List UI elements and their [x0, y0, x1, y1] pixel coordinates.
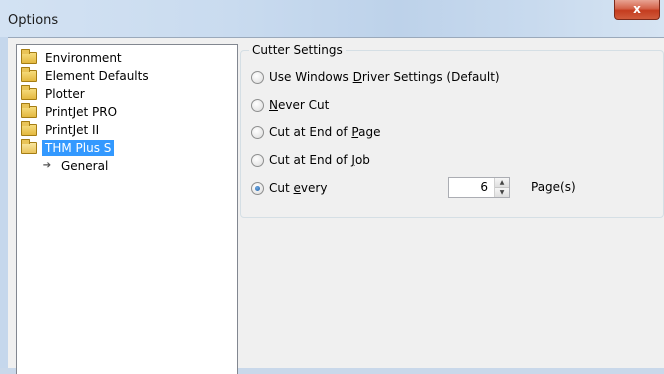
- dialog-client-area: Environment Element Defaults Plotter Pri…: [8, 37, 664, 374]
- radio-label: Cut at End of Page: [269, 125, 381, 139]
- tree-item-general[interactable]: ➔ General: [41, 157, 111, 175]
- radio-button[interactable]: [251, 153, 264, 167]
- cutter-settings-group: Cutter Settings Use Windows Driver Setti…: [240, 43, 664, 218]
- radio-never-cut[interactable]: Never Cut: [251, 96, 329, 114]
- tree-item-printjet-pro[interactable]: PrintJet PRO: [21, 103, 120, 121]
- tree-item-environment[interactable]: Environment: [21, 49, 125, 67]
- tree-item-thm-plus-s[interactable]: THM Plus S: [21, 139, 115, 157]
- close-icon: x: [633, 2, 641, 16]
- cut-every-spinner[interactable]: 6 ▲ ▼: [448, 177, 510, 198]
- folder-open-icon: [21, 139, 37, 154]
- options-window: Options x Environment Element Defaults P…: [0, 0, 664, 374]
- radio-cut-end-of-page[interactable]: Cut at End of Page: [251, 123, 380, 141]
- folder-icon: [21, 49, 37, 64]
- window-title: Options: [8, 13, 59, 28]
- folder-icon: [21, 103, 37, 118]
- spin-down-icon[interactable]: ▼: [495, 188, 509, 197]
- radio-cut-end-of-job[interactable]: Cut at End of Job: [251, 151, 370, 169]
- cut-every-value[interactable]: 6: [449, 178, 494, 197]
- radio-label: Use Windows Driver Settings (Default): [269, 70, 500, 84]
- tree-item-element-defaults[interactable]: Element Defaults: [21, 67, 152, 85]
- radio-button[interactable]: [251, 125, 264, 139]
- title-bar: Options x: [0, 0, 664, 37]
- spin-up-icon[interactable]: ▲: [495, 178, 509, 188]
- tree-item-label: Plotter: [45, 87, 85, 101]
- radio-label: Cut at End of Job: [269, 153, 370, 167]
- folder-icon: [21, 121, 37, 136]
- tree-item-label: PrintJet II: [45, 123, 100, 137]
- pages-unit-label: Page(s): [531, 180, 576, 194]
- radio-label: Cut every: [269, 181, 328, 195]
- radio-button[interactable]: [251, 98, 264, 112]
- tree-item-label: General: [61, 159, 109, 173]
- close-button[interactable]: x: [614, 0, 660, 20]
- tree-item-label: Environment: [45, 51, 122, 65]
- radio-windows-driver-settings[interactable]: Use Windows Driver Settings (Default): [251, 68, 500, 86]
- radio-label: Never Cut: [269, 98, 330, 112]
- spinner-buttons: ▲ ▼: [494, 178, 509, 197]
- tree-item-label: PrintJet PRO: [45, 105, 118, 119]
- tree-item-label: Element Defaults: [45, 69, 149, 83]
- tree-item-printjet-ii[interactable]: PrintJet II: [21, 121, 102, 139]
- options-tree: Environment Element Defaults Plotter Pri…: [16, 44, 238, 374]
- folder-icon: [21, 85, 37, 100]
- radio-cut-every[interactable]: Cut every: [251, 179, 327, 197]
- radio-button[interactable]: [251, 70, 264, 84]
- folder-icon: [21, 67, 37, 82]
- tree-item-label: THM Plus S: [42, 140, 115, 156]
- radio-button-checked[interactable]: [251, 181, 264, 195]
- tree-item-plotter[interactable]: Plotter: [21, 85, 88, 103]
- group-title: Cutter Settings: [249, 43, 346, 57]
- arrow-right-icon: ➔: [42, 160, 52, 171]
